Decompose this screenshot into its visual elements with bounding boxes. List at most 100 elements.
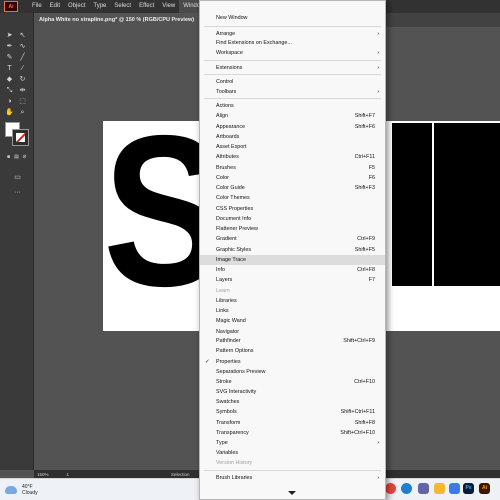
zoom-tool-icon[interactable]: ⌕ bbox=[18, 108, 27, 117]
menu-item-color-themes[interactable]: Color Themes bbox=[200, 193, 385, 203]
document-tab-title: Alpha White no strapline.png* @ 150 % (R… bbox=[39, 17, 195, 23]
scale-tool-icon[interactable]: ⤡ bbox=[5, 86, 14, 95]
menu-item-color[interactable]: Color F6 bbox=[200, 173, 385, 183]
menu-item-graphic-styles[interactable]: Graphic Styles Shift+F5 bbox=[200, 245, 385, 255]
menu-item-label: New Window bbox=[216, 15, 248, 21]
menu-item-transparency[interactable]: Transparency Shift+Ctrl+F10 bbox=[200, 428, 385, 438]
screen-mode-icon[interactable]: ▭ bbox=[12, 173, 23, 182]
paintbrush-tool-icon[interactable]: ╱ bbox=[18, 53, 27, 62]
menu-item-shortcut: F7 bbox=[368, 277, 375, 283]
menu-object[interactable]: Object bbox=[64, 0, 89, 13]
menu-item-label: Properties bbox=[216, 359, 241, 365]
menu-item-magic-wand[interactable]: Magic Wand bbox=[200, 316, 385, 326]
zoom-level[interactable]: 150% bbox=[37, 472, 49, 477]
menu-item-align[interactable]: Align Shift+F7 bbox=[200, 111, 385, 121]
menu-item-shortcut: Shift+F3 bbox=[354, 185, 375, 191]
menu-item-label: Asset Export bbox=[216, 144, 247, 150]
line-tool-icon[interactable]: ∕ bbox=[18, 64, 27, 73]
curvature-tool-icon[interactable]: ∿ bbox=[18, 42, 27, 51]
menu-select[interactable]: Select bbox=[110, 0, 135, 13]
eraser-tool-icon[interactable]: ◆ bbox=[5, 75, 14, 84]
edge-icon[interactable] bbox=[401, 483, 412, 494]
none-mode-icon[interactable]: ⊘ bbox=[20, 153, 29, 162]
menu-item-stroke[interactable]: Stroke Ctrl+F10 bbox=[200, 377, 385, 387]
photoshop-icon[interactable]: Ps bbox=[463, 483, 474, 494]
pen-tool-icon[interactable]: ✒ bbox=[5, 42, 14, 51]
menu-item-type[interactable]: Type › bbox=[200, 438, 385, 448]
current-tool-status[interactable]: Selection bbox=[171, 472, 190, 477]
selection-tool-icon[interactable]: ➤ bbox=[5, 31, 14, 40]
menu-item-gradient[interactable]: Gradient Ctrl+F9 bbox=[200, 234, 385, 244]
menu-item-label: Appearance bbox=[216, 124, 246, 130]
hand-tool-icon[interactable]: ✋ bbox=[5, 108, 14, 117]
menu-item-layers[interactable]: Layers F7 bbox=[200, 275, 385, 285]
type-tool-icon[interactable]: T bbox=[5, 64, 14, 73]
more-tools-icon[interactable]: ··· bbox=[12, 188, 23, 197]
menu-item-label: Attributes bbox=[216, 154, 239, 160]
menu-scroll-down-icon[interactable] bbox=[288, 491, 296, 495]
menu-item-workspace[interactable]: Workspace › bbox=[200, 48, 385, 58]
menu-item-extensions[interactable]: Extensions › bbox=[200, 63, 385, 73]
menu-item-label: Brushes bbox=[216, 165, 236, 171]
chrome-icon[interactable] bbox=[385, 483, 396, 494]
menu-item-brush-libraries[interactable]: Brush Libraries › bbox=[200, 473, 385, 483]
menu-item-symbols[interactable]: Symbols Shift+Ctrl+F11 bbox=[200, 407, 385, 417]
width-tool-icon[interactable]: ⇹ bbox=[18, 86, 27, 95]
stroke-color-swatch[interactable] bbox=[12, 129, 29, 146]
teams-icon[interactable] bbox=[418, 483, 429, 494]
document-tab[interactable]: Alpha White no strapline.png* @ 150 % (R… bbox=[34, 13, 211, 27]
menu-item-links[interactable]: Links bbox=[200, 306, 385, 316]
file-explorer-icon[interactable] bbox=[434, 483, 445, 494]
menu-item-label: Actions bbox=[216, 103, 234, 109]
rotate-tool-icon[interactable]: ↻ bbox=[18, 75, 27, 84]
menu-item-control[interactable]: Control bbox=[200, 77, 385, 87]
store-icon[interactable] bbox=[449, 483, 460, 494]
menu-item-document-info[interactable]: Document Info bbox=[200, 214, 385, 224]
menu-item-label: Document Info bbox=[216, 216, 252, 222]
menu-item-pathfinder[interactable]: Pathfinder Shift+Ctrl+F9 bbox=[200, 336, 385, 346]
menu-effect[interactable]: Effect bbox=[135, 0, 158, 13]
menu-type[interactable]: Type bbox=[89, 0, 110, 13]
menu-file[interactable]: File bbox=[28, 0, 46, 13]
menu-item-color-guide[interactable]: Color Guide Shift+F3 bbox=[200, 183, 385, 193]
menu-item-artboards[interactable]: Artboards bbox=[200, 132, 385, 142]
menu-item-swatches[interactable]: Swatches bbox=[200, 397, 385, 407]
menu-item-css-properties[interactable]: CSS Properties bbox=[200, 204, 385, 214]
menu-item-label: Brush Libraries bbox=[216, 475, 253, 481]
menu-item-label: Color bbox=[216, 175, 229, 181]
pencil-tool-icon[interactable]: ✎ bbox=[5, 53, 14, 62]
menu-item-properties[interactable]: ✓ Properties bbox=[200, 357, 385, 367]
menu-item-info[interactable]: Info Ctrl+F8 bbox=[200, 265, 385, 275]
menu-item-variables[interactable]: Variables bbox=[200, 448, 385, 458]
menu-item-image-trace[interactable]: Image Trace bbox=[200, 255, 385, 265]
menu-item-find-extensions-on-exchange[interactable]: Find Extensions on Exchange... bbox=[200, 38, 385, 48]
menu-item-toolbars[interactable]: Toolbars › bbox=[200, 87, 385, 97]
illustrator-taskbar-icon[interactable]: Ai bbox=[479, 483, 490, 494]
menu-item-shortcut: F5 bbox=[368, 165, 375, 171]
weather-widget[interactable]: 40°F Cloudy bbox=[5, 484, 38, 496]
menu-item-libraries[interactable]: Libraries bbox=[200, 296, 385, 306]
menu-item-actions[interactable]: Actions bbox=[200, 101, 385, 111]
shape-builder-tool-icon[interactable]: ◑ bbox=[5, 97, 14, 106]
menu-item-label: SVG Interactivity bbox=[216, 389, 257, 395]
menu-item-attributes[interactable]: Attributes Ctrl+F11 bbox=[200, 152, 385, 162]
menu-item-label: Links bbox=[216, 308, 229, 314]
direct-selection-tool-icon[interactable]: ↖ bbox=[18, 31, 27, 40]
free-transform-tool-icon[interactable]: ⬚ bbox=[18, 97, 27, 106]
menu-item-brushes[interactable]: Brushes F5 bbox=[200, 163, 385, 173]
menu-item-separations-preview[interactable]: Separations Preview bbox=[200, 367, 385, 377]
menu-item-appearance[interactable]: Appearance Shift+F6 bbox=[200, 122, 385, 132]
menu-view[interactable]: View bbox=[158, 0, 179, 13]
menu-item-asset-export[interactable]: Asset Export bbox=[200, 142, 385, 152]
artwork-bar bbox=[392, 123, 432, 286]
menu-item-flattener-preview[interactable]: Flattener Preview bbox=[200, 224, 385, 234]
menu-item-new-window[interactable]: New Window bbox=[200, 13, 385, 23]
menu-edit[interactable]: Edit bbox=[46, 0, 64, 13]
artboard-number[interactable]: 1 bbox=[67, 472, 70, 477]
menu-item-svg-interactivity[interactable]: SVG Interactivity bbox=[200, 387, 385, 397]
menu-item-transform[interactable]: Transform Shift+F8 bbox=[200, 418, 385, 428]
menu-item-label: Stroke bbox=[216, 379, 232, 385]
illustrator-logo: Ai bbox=[4, 1, 18, 12]
menu-item-version-history: Version History bbox=[200, 458, 385, 468]
menu-item-pattern-options[interactable]: Pattern Options bbox=[200, 346, 385, 356]
